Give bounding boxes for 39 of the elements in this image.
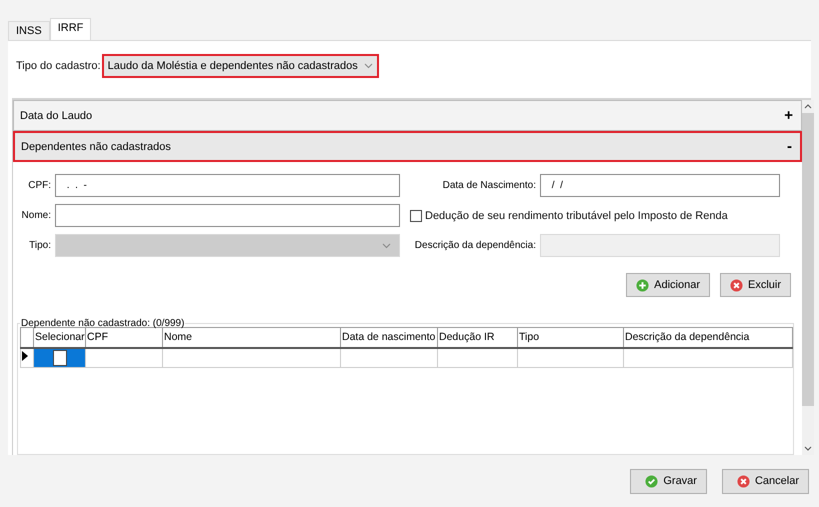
group-title: Dependente não cadastrado: (0/999): [20, 318, 186, 329]
chevron-down-icon: [382, 242, 391, 248]
close-icon: [736, 474, 750, 488]
checkbox[interactable]: [52, 350, 66, 366]
column-header[interactable]: Descrição da dependência: [624, 328, 792, 348]
type-dropdown[interactable]: Laudo da Moléstia e dependentes não cadastrados: [102, 54, 379, 78]
tab[interactable]: IRRF: [50, 18, 92, 40]
chevron-down-icon[interactable]: [804, 446, 812, 451]
column-header[interactable]: Selecionar: [34, 328, 86, 348]
name-field[interactable]: [55, 204, 400, 227]
checkbox[interactable]: [410, 210, 422, 222]
section-header[interactable]: Data do Laudo +: [13, 100, 802, 131]
checkbox-label: Dedução de seu rendimento tributável pelo Imposto de Renda: [425, 210, 728, 222]
column-header[interactable]: Dedução IR: [438, 328, 518, 348]
check-icon: [645, 474, 658, 488]
cancel-button[interactable]: Cancelar: [722, 468, 809, 494]
field-label: Descrição da dependência:: [414, 240, 537, 251]
field-label: Tipo:: [28, 240, 52, 251]
chevron-down-icon: [364, 62, 373, 68]
cpf-field[interactable]: . . -: [55, 174, 400, 197]
field-label: Nome:: [20, 210, 52, 221]
chevron-up-icon[interactable]: [804, 104, 812, 109]
delete-button[interactable]: Excluir: [720, 273, 791, 297]
birth-date-field[interactable]: / /: [540, 174, 780, 197]
column-header[interactable]: Data de nascimento: [340, 328, 438, 348]
column-header[interactable]: Tipo: [518, 328, 624, 348]
field-label: CPF:: [27, 180, 52, 191]
save-button[interactable]: Gravar: [630, 468, 707, 494]
plus-icon: [636, 278, 650, 292]
current-row-icon: [21, 350, 29, 362]
scrollbar[interactable]: [802, 100, 814, 455]
column-header[interactable]: CPF: [86, 328, 162, 348]
column-header[interactable]: Nome: [162, 328, 340, 348]
close-icon: [730, 278, 743, 292]
field-label: Tipo do cadastro:: [16, 60, 101, 72]
section-header[interactable]: Dependentes não cadastrados -: [13, 131, 802, 162]
field-label: Data de Nascimento:: [442, 180, 537, 191]
tab[interactable]: INSS: [8, 21, 50, 40]
add-button[interactable]: Adicionar: [626, 273, 710, 297]
